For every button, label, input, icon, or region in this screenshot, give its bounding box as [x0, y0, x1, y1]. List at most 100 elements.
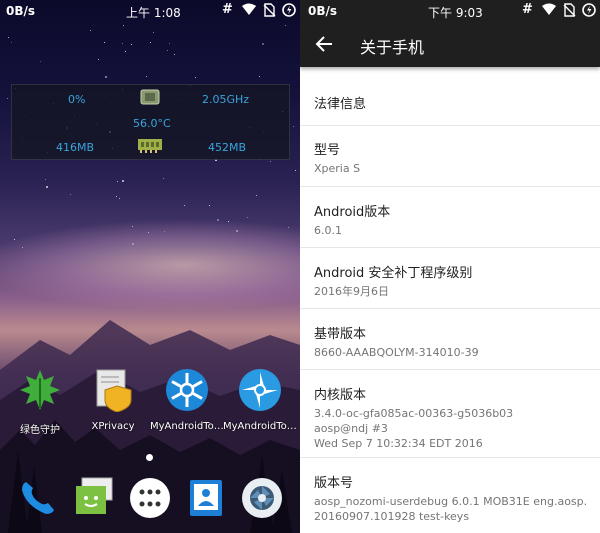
wallpaper-star	[293, 126, 294, 127]
wallpaper-star	[104, 42, 105, 43]
item-value: Xperia S	[314, 162, 361, 175]
wallpaper-star	[256, 195, 257, 196]
app-myandroidtools-1[interactable]: MyAndroidTools	[150, 368, 224, 432]
list-item-model[interactable]: 型号 Xperia S	[300, 126, 600, 187]
wallpaper-star	[105, 76, 107, 78]
item-title: Android版本	[314, 205, 391, 220]
network-speed: 0B/s	[6, 4, 36, 18]
about-phone-list: 法律信息 型号 Xperia S Android版本 6.0.1 Android…	[300, 78, 600, 533]
wallpaper-star	[45, 179, 46, 180]
wallpaper-star	[163, 178, 164, 179]
wallpaper-star	[46, 186, 48, 188]
item-value: 2016年9月6日	[314, 285, 389, 298]
item-title: Android 安全补丁程序级别	[314, 266, 473, 281]
greenify-leaf-icon	[20, 370, 60, 410]
item-title: 法律信息	[314, 97, 367, 112]
wallpaper-clouds	[0, 220, 300, 310]
system-monitor-widget[interactable]: 0% 2.05GHz 56.0°C 416MB 452MB	[11, 84, 290, 160]
list-item-legal-info[interactable]: 法律信息	[300, 78, 600, 126]
ram-module-icon	[138, 139, 162, 153]
wallpaper-star	[131, 44, 132, 45]
page-indicator	[146, 454, 153, 461]
contacts-icon[interactable]	[184, 476, 228, 520]
clock: 上午 1:08	[126, 6, 181, 20]
app-drawer-icon[interactable]	[128, 476, 172, 520]
item-value-line: Wed Sep 7 10:32:34 EDT 2016	[314, 437, 483, 450]
item-value-line: aosp@ndj #3	[314, 422, 388, 435]
wallpaper-star	[98, 59, 99, 60]
wallpaper-star	[7, 98, 8, 99]
cpu-chip-icon	[140, 89, 160, 105]
item-value: 8660-AAABQOLYM-314010-39	[314, 346, 479, 359]
wifi-icon	[542, 3, 556, 15]
wallpaper-star	[174, 54, 175, 55]
wallpaper-star	[247, 217, 248, 218]
list-item-kernel-version[interactable]: 内核版本 3.4.0-oc-gfa085ac-00363-g5036b03 ao…	[300, 370, 600, 458]
app-label: MyAndroidTools	[150, 421, 224, 432]
wifi-icon	[242, 3, 256, 15]
item-value: 6.0.1	[314, 224, 342, 237]
app-bar: 关于手机	[300, 22, 600, 67]
home-screen: 0B/s 上午 1:08 # 0% 2.05GHz 56.0°C 416MB 4…	[0, 0, 300, 533]
wallpaper-star	[90, 30, 91, 31]
wallpaper-star	[146, 76, 147, 77]
item-value-line: 20160907.101928 test-keys	[314, 510, 470, 523]
wallpaper-star	[262, 43, 264, 45]
wallpaper-star	[167, 50, 168, 51]
camera-icon[interactable]	[240, 476, 284, 520]
wallpaper-star	[184, 205, 185, 206]
back-arrow-icon[interactable]	[314, 34, 334, 54]
status-bar: 0B/s 下午 9:03 #	[300, 0, 600, 22]
wallpaper-star	[169, 43, 170, 44]
list-item-baseband-version[interactable]: 基带版本 8660-AAABQOLYM-314010-39	[300, 309, 600, 370]
app-label: XPrivacy	[91, 421, 135, 432]
status-bar: 0B/s 上午 1:08 #	[0, 0, 300, 22]
wallpaper-star	[259, 76, 260, 77]
wallpaper-star	[270, 161, 271, 162]
cpu-usage: 0%	[68, 93, 86, 106]
cpu-temperature: 56.0°C	[133, 117, 171, 130]
item-title: 内核版本	[314, 388, 367, 403]
wallpaper-star	[117, 181, 118, 182]
myandroidtools-icon	[239, 369, 281, 411]
app-greenify[interactable]: 绿色守护	[3, 368, 77, 436]
item-title: 版本号	[314, 476, 354, 491]
ram-used: 452MB	[208, 141, 247, 154]
phone-icon[interactable]	[16, 476, 60, 520]
wallpaper-star	[8, 37, 9, 38]
app-myandroidtools-2[interactable]: MyAndroidTools	[223, 368, 297, 432]
app-label: 绿色守护	[20, 425, 60, 436]
wallpaper-star	[119, 198, 120, 199]
wallpaper-star	[70, 194, 71, 195]
wallpaper-star	[285, 25, 286, 26]
wallpaper-star	[153, 32, 154, 33]
messaging-icon[interactable]	[72, 476, 116, 520]
wallpaper-star	[295, 170, 296, 171]
wallpaper-star	[150, 42, 151, 43]
battery-charging-icon	[582, 3, 596, 17]
no-sim-icon	[563, 3, 576, 17]
myandroidtools-icon	[166, 369, 208, 411]
item-title: 型号	[314, 143, 341, 158]
wallpaper-star	[40, 61, 41, 62]
list-item-security-patch[interactable]: Android 安全补丁程序级别 2016年9月6日	[300, 248, 600, 309]
app-xprivacy[interactable]: XPrivacy	[76, 368, 150, 432]
no-sim-icon	[263, 3, 276, 17]
cpu-frequency: 2.05GHz	[202, 93, 250, 106]
ram-free: 416MB	[56, 141, 95, 154]
wallpaper-star	[11, 42, 12, 43]
page-title: 关于手机	[360, 38, 425, 57]
wallpaper-star	[195, 77, 196, 78]
list-item-build-number[interactable]: 版本号 aosp_nozomi-userdebug 6.0.1 MOB31E e…	[300, 458, 600, 533]
item-value-line: aosp_nozomi-userdebug 6.0.1 MOB31E eng.a…	[314, 495, 588, 508]
battery-charging-icon	[282, 3, 296, 17]
wallpaper-star	[125, 51, 126, 52]
wallpaper-star	[116, 196, 117, 197]
list-item-android-version[interactable]: Android版本 6.0.1	[300, 187, 600, 248]
item-title: 基带版本	[314, 327, 367, 342]
clock: 下午 9:03	[428, 6, 483, 20]
wallpaper-star	[122, 43, 123, 44]
wallpaper-star	[123, 25, 124, 26]
wallpaper-star	[209, 205, 210, 206]
item-value-line: 3.4.0-oc-gfa085ac-00363-g5036b03	[314, 407, 514, 420]
